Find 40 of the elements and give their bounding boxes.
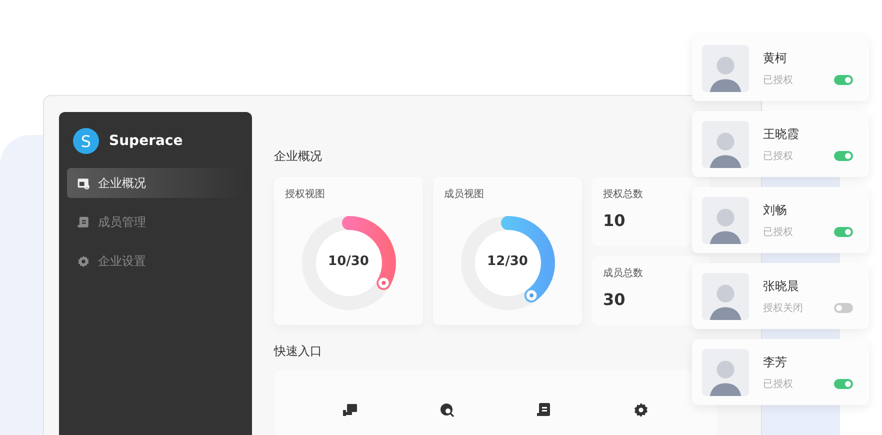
- avatar: [702, 196, 749, 244]
- card-title: 成员视图: [444, 188, 485, 201]
- member-status: 已授权: [763, 150, 793, 162]
- card-title: 授权视图: [285, 188, 326, 201]
- sidebar-item[interactable]: 企业设置: [67, 246, 244, 276]
- toggle-switch[interactable]: [834, 226, 853, 236]
- avatar: [702, 348, 749, 396]
- document-icon[interactable]: [536, 402, 552, 418]
- avatar: [702, 120, 749, 168]
- stat-value: 30: [603, 290, 626, 309]
- avatar: [702, 272, 749, 320]
- settings-icon[interactable]: [632, 402, 649, 418]
- settings-icon: [77, 254, 90, 268]
- gauge-reading: 10/30: [327, 254, 370, 269]
- brand-name: Superace: [109, 133, 183, 149]
- gauge-reading: 12/30: [486, 254, 529, 269]
- avatar: [702, 44, 749, 92]
- member-name: 黄柯: [763, 50, 788, 66]
- search-icon[interactable]: [439, 402, 456, 418]
- stat-value: 10: [603, 211, 626, 230]
- stat-label: 成员总数: [603, 266, 644, 280]
- sidebar-item[interactable]: 成员管理: [67, 207, 244, 237]
- document-icon: [77, 216, 90, 228]
- toggle-switch[interactable]: [834, 378, 853, 388]
- member-name: 刘畅: [763, 202, 788, 218]
- member-status: 已授权: [763, 226, 793, 238]
- dashboard-icon: [77, 176, 90, 190]
- section-title: 快速入口: [274, 343, 323, 360]
- member-name: 张晓晨: [763, 278, 800, 294]
- stat-label: 授权总数: [603, 188, 644, 201]
- member-status: 已授权: [763, 378, 793, 390]
- section-title: 企业概况: [274, 148, 323, 165]
- toggle-switch[interactable]: [834, 74, 853, 84]
- toggle-switch[interactable]: [834, 302, 853, 312]
- member-name: 王晓霞: [763, 126, 800, 142]
- brand-logo: S: [73, 128, 99, 154]
- member-status: 授权关闭: [763, 302, 803, 314]
- member-status: 已授权: [763, 74, 793, 86]
- member-name: 李芳: [763, 354, 788, 370]
- toggle-switch[interactable]: [834, 150, 853, 160]
